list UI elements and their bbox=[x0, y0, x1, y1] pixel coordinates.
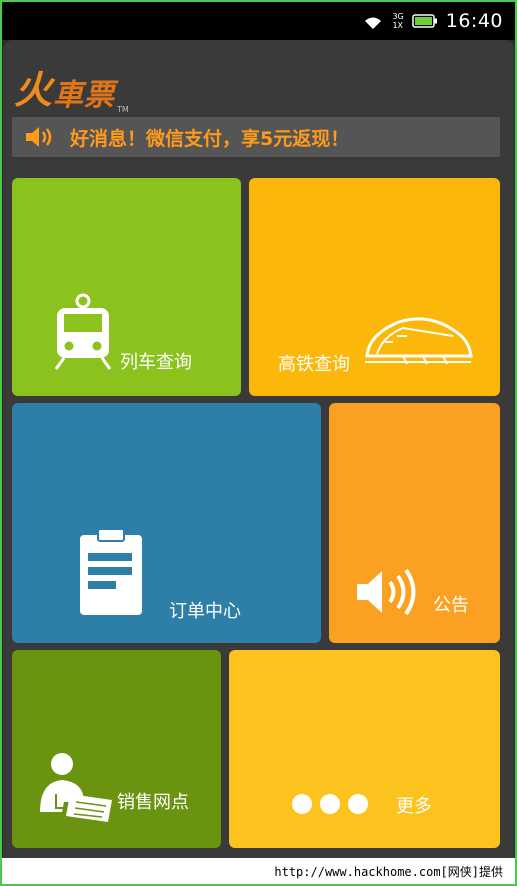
hsr-query-tile[interactable]: 高铁查询 bbox=[249, 178, 500, 396]
wifi-icon bbox=[365, 17, 382, 29]
more-tile[interactable]: 更多 bbox=[229, 650, 500, 848]
app-logo: 火 車票 TM bbox=[14, 62, 129, 114]
train-query-label: 列车查询 bbox=[120, 352, 192, 373]
announcement-label: 公告 bbox=[433, 595, 469, 616]
train-query-tile[interactable]: 列车查询 bbox=[12, 178, 241, 396]
train-icon bbox=[54, 293, 112, 370]
notice-banner[interactable]: 好消息！微信支付，享5元返现！ bbox=[12, 117, 500, 157]
announcement-tile[interactable]: 公告 bbox=[329, 403, 500, 643]
more-label: 更多 bbox=[396, 796, 432, 817]
logo-trademark: TM bbox=[117, 105, 129, 114]
ticket-seller-icon bbox=[40, 753, 112, 822]
more-icon bbox=[292, 794, 376, 814]
hsr-query-label: 高铁查询 bbox=[278, 354, 350, 375]
watermark: http://www.hackhome.com[网侠]提供 bbox=[274, 865, 503, 879]
status-bar: 3G 1X 16:40 bbox=[2, 2, 515, 40]
notice-banner-text: 好消息！微信支付，享5元返现！ bbox=[70, 127, 350, 150]
logo-text: 車票 bbox=[53, 78, 116, 113]
high-speed-train-icon bbox=[365, 317, 473, 365]
sales-outlets-tile[interactable]: 销售网点 bbox=[12, 650, 221, 848]
cellular-indicator: 3G 1X bbox=[392, 12, 404, 30]
speaker-icon bbox=[26, 127, 52, 147]
sales-outlets-label: 销售网点 bbox=[117, 792, 189, 813]
footer: http://www.hackhome.com[网侠]提供 bbox=[0, 858, 517, 886]
clock: 16:40 bbox=[445, 10, 503, 32]
battery-icon bbox=[411, 14, 437, 28]
speaker-icon bbox=[357, 568, 416, 616]
order-center-tile[interactable]: 订单中心 bbox=[12, 403, 321, 643]
order-center-label: 订单中心 bbox=[169, 601, 241, 622]
logo-char: 火 bbox=[14, 67, 54, 112]
clipboard-icon bbox=[80, 528, 142, 615]
